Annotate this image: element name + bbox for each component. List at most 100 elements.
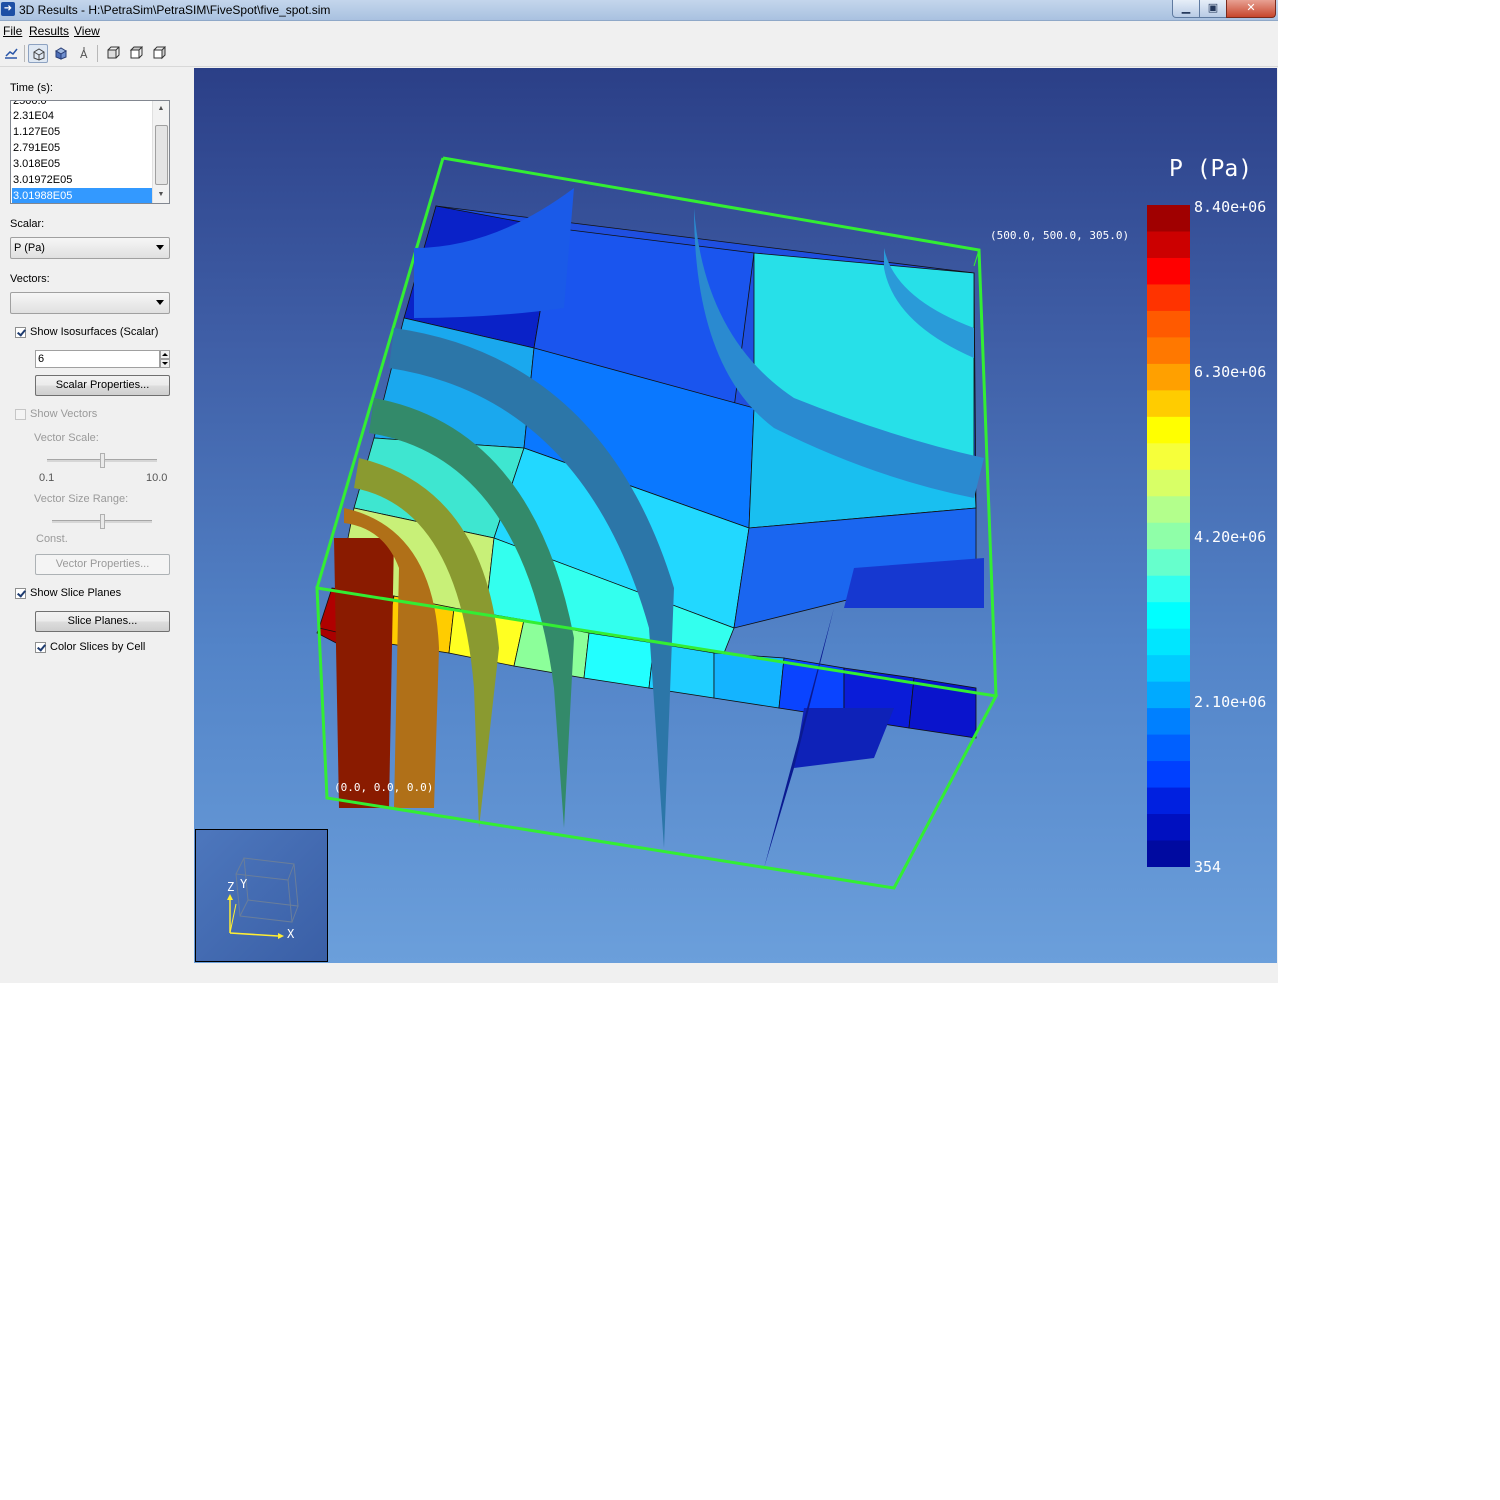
toolbar-separator [97, 45, 98, 62]
axis-x-label: X [287, 927, 295, 941]
vector-scale-min: 0.1 [39, 472, 55, 484]
vectors-select[interactable] [10, 292, 170, 314]
spin-down-icon[interactable] [160, 359, 170, 368]
color-bar-band [1147, 284, 1190, 312]
color-bar-band [1147, 363, 1190, 391]
color-bar-band [1147, 231, 1190, 259]
show-slice-planes-checkbox[interactable] [15, 588, 26, 599]
toolbar: A [0, 41, 1278, 67]
legend-label: 6.30e+06 [1194, 363, 1267, 381]
color-bar-band [1147, 416, 1190, 444]
menu-view-label: View [74, 24, 100, 38]
isosurface-count-value: 6 [38, 353, 45, 365]
3d-scene[interactable] [194, 68, 1277, 963]
time-list[interactable]: 2500.0 2.31E04 1.127E05 2.791E05 3.018E0… [10, 100, 170, 204]
color-bar-band [1147, 549, 1190, 577]
color-bar-band [1147, 787, 1190, 815]
orientation-widget: X Y Z [195, 829, 328, 962]
const-label: Const. [36, 533, 68, 545]
perspective-view-icon[interactable] [28, 44, 48, 63]
corner-max-label: (500.0, 500.0, 305.0) [990, 229, 1130, 242]
spin-up-icon[interactable] [160, 350, 170, 359]
slice-planes-button[interactable]: Slice Planes... [35, 611, 170, 632]
window-title: 3D Results - H:\PetraSim\PetraSIM\FiveSp… [19, 3, 331, 17]
legend-label: 8.40e+06 [1194, 198, 1267, 216]
show-isosurfaces-checkbox[interactable] [15, 327, 26, 338]
legend-label: 354 [1194, 858, 1222, 876]
time-list-item[interactable]: 2.791E05 [12, 140, 154, 156]
color-bar-band [1147, 522, 1190, 550]
minimize-button[interactable]: ▁ [1172, 0, 1200, 18]
axis-icon[interactable]: A [74, 44, 94, 63]
vector-size-range-label: Vector Size Range: [34, 493, 129, 505]
legend-title: P (Pa) [1169, 156, 1253, 182]
time-label: Time (s): [10, 82, 53, 94]
chevron-down-icon [156, 245, 164, 250]
chart-icon[interactable] [1, 44, 21, 63]
axis-y-label: Y [240, 877, 248, 891]
view-side-icon[interactable] [149, 44, 169, 63]
show-isosurfaces-label: Show Isosurfaces (Scalar) [30, 326, 159, 338]
menu-bar: File Results View [0, 21, 1278, 40]
color-slices-by-cell-checkbox[interactable] [35, 642, 46, 653]
vector-scale-max: 10.0 [146, 472, 168, 484]
vector-scale-label: Vector Scale: [34, 432, 99, 444]
menu-view[interactable]: View [74, 24, 100, 38]
show-vectors-checkbox[interactable] [15, 409, 26, 420]
color-bar-band [1147, 443, 1190, 471]
vector-scale-slider-thumb[interactable] [100, 453, 105, 468]
color-bar-band [1147, 840, 1190, 867]
isosurface-count-input[interactable]: 6 [35, 350, 160, 368]
scalar-select[interactable]: P (Pa) [10, 237, 170, 259]
time-list-item[interactable]: 3.018E05 [12, 156, 154, 172]
solid-view-icon[interactable] [51, 44, 71, 63]
3d-viewport[interactable]: (500.0, 500.0, 305.0) (0.0, 0.0, 0.0) P … [194, 68, 1277, 963]
view-front-icon[interactable] [103, 44, 123, 63]
color-bar-band [1147, 628, 1190, 656]
color-bar-band [1147, 390, 1190, 418]
color-bar-band [1147, 655, 1190, 683]
maximize-button[interactable]: ▣ [1199, 0, 1227, 18]
scroll-thumb[interactable] [155, 125, 168, 185]
show-slice-planes-label: Show Slice Planes [30, 587, 122, 599]
vector-size-range-slider-thumb[interactable] [100, 514, 105, 529]
color-slices-by-cell-label: Color Slices by Cell [50, 641, 146, 653]
view-top-icon[interactable] [126, 44, 146, 63]
results-window: ➜ 3D Results - H:\PetraSim\PetraSIM\Five… [0, 0, 1278, 983]
color-bar-band [1147, 337, 1190, 365]
color-bar-band [1147, 761, 1190, 789]
color-bar [1147, 205, 1190, 867]
color-bar-band [1147, 257, 1190, 286]
color-bar-band [1147, 205, 1190, 233]
scalar-select-value: P (Pa) [14, 242, 45, 254]
color-bar-band [1147, 734, 1190, 762]
vector-properties-button[interactable]: Vector Properties... [35, 554, 170, 575]
color-bar-band [1147, 708, 1190, 736]
toolbar-separator [24, 45, 25, 62]
orientation-axes [227, 857, 299, 939]
time-list-item[interactable]: 1.127E05 [12, 124, 154, 140]
color-bar-band [1147, 602, 1190, 630]
time-list-item[interactable]: 2.31E04 [12, 108, 154, 124]
color-bar-band [1147, 681, 1190, 709]
show-vectors-label: Show Vectors [30, 408, 98, 420]
scroll-down-icon[interactable]: ▼ [153, 187, 169, 203]
time-list-scrollbar[interactable]: ▲ ▼ [152, 101, 169, 203]
color-bar-band [1147, 814, 1190, 842]
menu-results[interactable]: Results [29, 24, 69, 38]
corner-min-label: (0.0, 0.0, 0.0) [334, 781, 434, 794]
scroll-up-icon[interactable]: ▲ [153, 101, 169, 117]
legend-label: 4.20e+06 [1194, 528, 1267, 546]
results-control-panel: Time (s): 2500.0 2.31E04 1.127E05 2.791E… [0, 68, 194, 963]
time-list-item[interactable]: 3.01972E05 [12, 172, 154, 188]
close-button[interactable]: ✕ [1226, 0, 1276, 18]
color-bar-band [1147, 575, 1190, 603]
app-icon: ➜ [1, 2, 15, 16]
time-list-item-selected[interactable]: 3.01988E05 [12, 188, 154, 203]
legend-label: 2.10e+06 [1194, 693, 1267, 711]
vectors-label: Vectors: [10, 273, 50, 285]
scalar-properties-button[interactable]: Scalar Properties... [35, 375, 170, 396]
menu-file[interactable]: File [3, 24, 22, 38]
color-bar-band [1147, 469, 1190, 497]
chevron-down-icon [156, 300, 164, 305]
